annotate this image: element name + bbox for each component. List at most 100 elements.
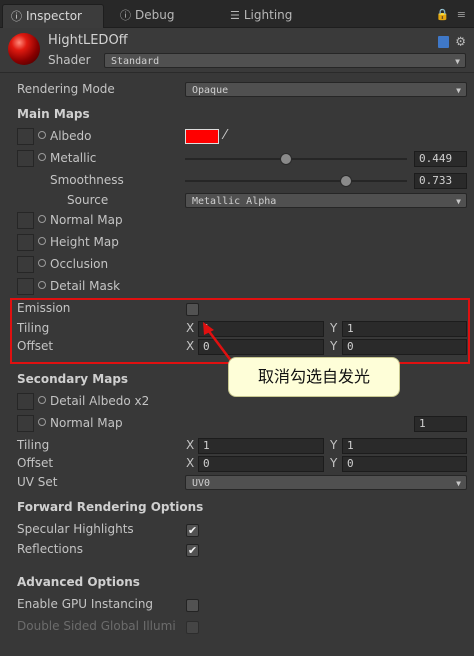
reflections-checkbox[interactable]: ✔ (186, 544, 199, 557)
specular-highlights-checkbox[interactable]: ✔ (186, 524, 199, 537)
height-map-label: Height Map (38, 235, 119, 249)
texture-picker-icon[interactable] (38, 281, 46, 289)
forward-rendering-header: Forward Rendering Options (0, 498, 474, 518)
source-value: Metallic Alpha (192, 196, 277, 207)
dropdown-arrow-icon: ▼ (456, 197, 461, 206)
secondary-normal-map-texture-slot[interactable] (17, 415, 34, 432)
source-dropdown[interactable]: Metallic Alpha ▼ (185, 193, 467, 208)
height-map-texture-slot[interactable] (17, 234, 34, 251)
texture-picker-icon[interactable] (38, 259, 46, 267)
specular-highlights-row: Specular Highlights ✔ (0, 520, 474, 540)
texture-picker-icon[interactable] (38, 396, 46, 404)
smoothness-slider-thumb[interactable] (340, 175, 353, 187)
smoothness-value-field[interactable]: 0.733 (414, 173, 467, 189)
occlusion-row: Occlusion (0, 255, 474, 275)
normal-map-label: Normal Map (38, 213, 123, 227)
detail-mask-label: Detail Mask (38, 279, 120, 293)
height-map-row: Height Map (0, 233, 474, 253)
source-label: Source (67, 193, 109, 207)
albedo-texture-slot[interactable] (17, 128, 34, 145)
dropdown-arrow-icon: ▼ (456, 86, 461, 95)
metallic-row: Metallic 0.449 (0, 149, 474, 169)
eyedropper-icon[interactable]: ⁄ (224, 128, 226, 143)
menu-icon[interactable]: ≡ (457, 8, 466, 21)
info-icon: ⓘ (120, 9, 131, 22)
secondary-tiling-row: Tiling X 1 Y 1 (0, 436, 474, 456)
secondary-offset-x-field[interactable]: 0 (198, 456, 324, 472)
texture-picker-icon[interactable] (38, 237, 46, 245)
info-icon: ⓘ (11, 10, 22, 23)
reflections-label: Reflections (17, 542, 83, 556)
gear-icon[interactable]: ⚙ (455, 35, 466, 49)
secondary-tiling-y-label: Y (330, 438, 338, 452)
texture-picker-icon[interactable] (38, 131, 46, 139)
secondary-normal-map-row: Normal Map 1 (0, 414, 474, 434)
gpu-instancing-label: Enable GPU Instancing (17, 597, 154, 611)
secondary-tiling-label: Tiling (17, 438, 50, 452)
normal-map-row: Normal Map (0, 211, 474, 231)
texture-picker-icon[interactable] (38, 418, 46, 426)
shader-value: Standard (111, 56, 160, 67)
help-book-icon[interactable] (438, 35, 450, 48)
lock-menu: 🔒 ≡ (436, 8, 466, 21)
albedo-color-swatch[interactable] (185, 129, 219, 144)
header-icons: ⚙ (438, 34, 466, 49)
rendering-mode-value: Opaque (192, 85, 229, 96)
double-sided-gi-checkbox[interactable] (186, 621, 199, 634)
uv-set-row: UV Set UV0 ▼ (0, 473, 474, 493)
gpu-instancing-row: Enable GPU Instancing (0, 595, 474, 615)
tab-inspector-label: Inspector (26, 9, 82, 23)
normal-map-texture-slot[interactable] (17, 212, 34, 229)
rendering-mode-row: Rendering Mode Opaque ▼ (0, 80, 474, 100)
tab-lighting[interactable]: ☰ Lighting (222, 4, 322, 27)
secondary-offset-row: Offset X 0 Y 0 (0, 454, 474, 474)
main-maps-title: Main Maps (17, 107, 90, 121)
material-name: HightLEDOff (48, 33, 128, 48)
detail-albedo-label: Detail Albedo x2 (38, 394, 149, 408)
annotation-highlight-box (10, 298, 470, 364)
gpu-instancing-checkbox[interactable] (186, 599, 199, 612)
detail-mask-row: Detail Mask (0, 277, 474, 297)
secondary-offset-x-label: X (186, 456, 195, 470)
texture-picker-icon[interactable] (38, 153, 46, 161)
source-row: Source Metallic Alpha ▼ (0, 191, 474, 211)
metallic-slider-track[interactable] (185, 158, 407, 160)
checkmark-icon: ✔ (187, 544, 198, 557)
checkmark-icon: ✔ (187, 524, 198, 537)
albedo-row: Albedo ⁄ (0, 127, 474, 147)
tab-lighting-label: Lighting (243, 8, 293, 22)
tab-inspector[interactable]: ⓘ Inspector (2, 4, 104, 28)
advanced-options-header: Advanced Options (0, 573, 474, 593)
albedo-label: Albedo (38, 129, 92, 143)
occlusion-label: Occlusion (38, 257, 108, 271)
secondary-normal-scale-field[interactable]: 1 (414, 416, 467, 432)
secondary-offset-y-label: Y (330, 456, 338, 470)
double-sided-gi-row: Double Sided Global Illumi (0, 617, 474, 637)
detail-albedo-texture-slot[interactable] (17, 393, 34, 410)
tab-debug[interactable]: ⓘ Debug (112, 4, 202, 27)
uv-set-dropdown[interactable]: UV0 ▼ (185, 475, 467, 490)
texture-picker-icon[interactable] (38, 215, 46, 223)
shader-dropdown[interactable]: Standard ▼ (104, 53, 466, 68)
metallic-value-field[interactable]: 0.449 (414, 151, 467, 167)
secondary-tiling-x-field[interactable]: 1 (198, 438, 324, 454)
metallic-slider-thumb[interactable] (280, 153, 293, 165)
metallic-label: Metallic (38, 151, 96, 165)
smoothness-slider-track[interactable] (185, 180, 407, 182)
secondary-normal-map-label: Normal Map (38, 416, 123, 430)
secondary-tiling-x-label: X (186, 438, 195, 452)
double-sided-gi-label: Double Sided Global Illumi (17, 619, 176, 633)
secondary-tiling-y-field[interactable]: 1 (342, 438, 467, 454)
rendering-mode-label: Rendering Mode (17, 82, 115, 96)
smoothness-row: Smoothness 0.733 (0, 171, 474, 191)
detail-mask-texture-slot[interactable] (17, 278, 34, 295)
occlusion-texture-slot[interactable] (17, 256, 34, 273)
lock-icon[interactable]: 🔒 (436, 8, 450, 21)
reflections-row: Reflections ✔ (0, 540, 474, 560)
uv-set-value: UV0 (192, 478, 211, 489)
secondary-maps-title: Secondary Maps (17, 372, 129, 386)
metallic-texture-slot[interactable] (17, 150, 34, 167)
secondary-offset-y-field[interactable]: 0 (342, 456, 467, 472)
rendering-mode-dropdown[interactable]: Opaque ▼ (185, 82, 467, 97)
annotation-callout: 取消勾选自发光 (228, 357, 400, 397)
